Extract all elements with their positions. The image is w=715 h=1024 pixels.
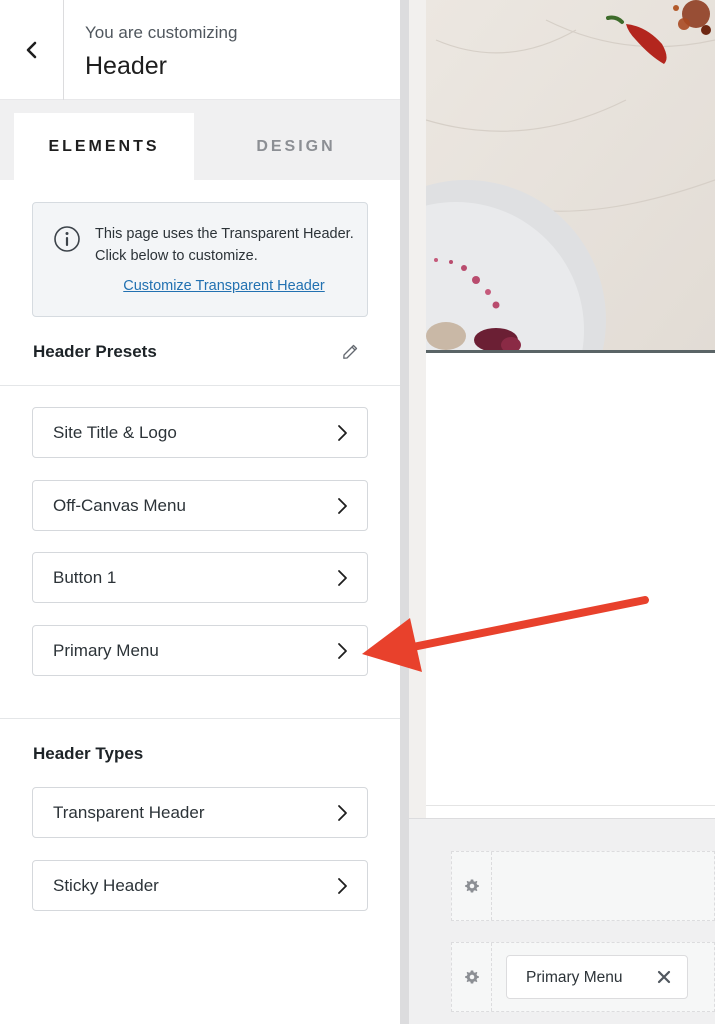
primary-menu-chip[interactable]: Primary Menu <box>506 955 688 999</box>
preset-off-canvas-menu[interactable]: Off-Canvas Menu <box>32 480 368 531</box>
customize-transparent-header-link[interactable]: Customize Transparent Header <box>93 278 355 294</box>
pencil-icon[interactable] <box>340 342 360 362</box>
chevron-right-icon <box>338 643 347 659</box>
close-icon[interactable] <box>655 968 673 986</box>
divider <box>0 385 400 386</box>
gear-icon <box>464 879 479 893</box>
hero-image <box>426 0 715 352</box>
nav-item-label: Sticky Header <box>53 876 159 895</box>
header-types-title: Header Types <box>33 744 144 763</box>
tab-elements[interactable]: ELEMENTS <box>14 113 194 180</box>
sidebar-resize-edge[interactable] <box>400 0 409 1024</box>
tab-design[interactable]: DESIGN <box>196 113 396 180</box>
chevron-right-icon <box>338 425 347 441</box>
preview-body <box>426 353 715 805</box>
info-icon <box>54 226 80 252</box>
preset-button-1[interactable]: Button 1 <box>32 552 368 603</box>
preview-gutter <box>409 0 426 820</box>
preview-bottom-border <box>426 805 715 806</box>
transparent-header-notice: This page uses the Transparent Header. C… <box>32 202 368 317</box>
header-presets-title: Header Presets <box>33 342 157 361</box>
header-builder: Primary Menu <box>409 818 715 1024</box>
nav-item-label: Site Title & Logo <box>53 423 177 442</box>
builder-row[interactable]: Primary Menu <box>451 942 715 1012</box>
tab-bar: ELEMENTS DESIGN <box>0 100 400 180</box>
gear-icon <box>464 970 479 984</box>
chip-label: Primary Menu <box>526 969 623 986</box>
customizer-header: You are customizing Header <box>0 0 400 100</box>
food-photo <box>426 0 715 352</box>
preset-primary-menu[interactable]: Primary Menu <box>32 625 368 676</box>
row-settings-button[interactable] <box>452 943 492 1011</box>
nav-item-label: Off-Canvas Menu <box>53 496 186 515</box>
preset-site-title-logo[interactable]: Site Title & Logo <box>32 407 368 458</box>
type-transparent-header[interactable]: Transparent Header <box>32 787 368 838</box>
chevron-right-icon <box>338 498 347 514</box>
nav-item-label: Primary Menu <box>53 641 159 660</box>
back-button[interactable] <box>0 0 64 100</box>
notice-text: This page uses the Transparent Header. C… <box>95 226 354 264</box>
nav-item-label: Button 1 <box>53 568 117 587</box>
type-sticky-header[interactable]: Sticky Header <box>32 860 368 911</box>
builder-row[interactable] <box>451 851 715 921</box>
chevron-left-icon <box>26 41 36 59</box>
row-settings-button[interactable] <box>452 852 492 920</box>
divider <box>0 718 400 719</box>
chevron-right-icon <box>338 570 347 586</box>
customizer-sidebar: You are customizing Header ELEMENTS DESI… <box>0 0 400 1024</box>
chevron-right-icon <box>338 805 347 821</box>
nav-item-label: Transparent Header <box>53 803 205 822</box>
customizing-label: You are customizing <box>85 23 238 42</box>
page-title: Header <box>85 52 167 80</box>
chevron-right-icon <box>338 878 347 894</box>
